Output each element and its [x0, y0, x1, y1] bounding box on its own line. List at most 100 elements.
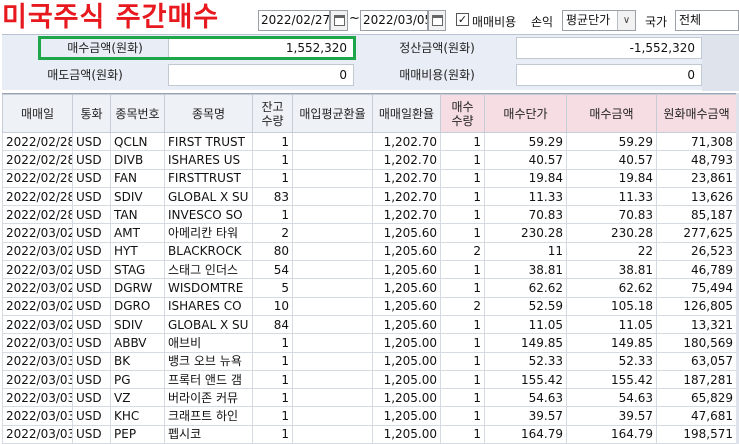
sell-amount-value: 0 — [168, 64, 354, 86]
cell-trade-date: 2022/02/28 — [2, 186, 73, 207]
cell-krw-buy-amount: 187,281 — [656, 369, 737, 390]
cell-trade-exchange-rate: 1,205.00 — [372, 369, 441, 390]
country-select[interactable]: 전체 — [675, 10, 739, 31]
settle-amount-value: -1,552,320 — [516, 37, 702, 59]
cell-holding-qty: 10 — [252, 296, 293, 316]
cell-currency: USD — [72, 168, 111, 188]
table-row[interactable]: 2022/03/02 USD SDIV GLOBAL X SU 84 1,205.60 1 1… — [2, 314, 737, 335]
table-row[interactable]: 2022/02/28 USD FAN FIRSTTRUST 1 1,202.70 1 19.8… — [2, 168, 737, 188]
cell-trade-date: 2022/02/28 — [2, 168, 73, 188]
cell-krw-buy-amount: 47,681 — [656, 406, 737, 426]
cell-krw-buy-amount: 126,805 — [656, 296, 737, 316]
table-row[interactable]: 2022/03/03 USD PG 프록터 앤드 갬 1 1,205.00 1 155.42 1… — [2, 369, 737, 390]
profit-method-select[interactable]: 평균단가 ∨ — [562, 10, 636, 31]
cell-holding-qty: 83 — [252, 186, 293, 207]
cell-ticker: STAG — [110, 260, 165, 280]
cell-name: 버라이존 커뮤 — [164, 388, 253, 408]
header-avg-exchange-rate[interactable]: 매입평균환율 — [292, 94, 373, 133]
settle-amount-label: 정산금액(원화) — [399, 41, 475, 55]
trade-cost-amount-value: 0 — [516, 64, 702, 86]
cell-trade-exchange-rate: 1,205.60 — [372, 260, 441, 280]
calendar-icon — [334, 15, 345, 26]
cell-krw-buy-amount: 180,569 — [656, 333, 737, 353]
table-row[interactable]: 2022/03/03 USD BK 뱅크 오브 뉴욕 1 1,205.00 1 52.33 52… — [2, 351, 737, 371]
cell-buy-price: 19.84 — [484, 168, 567, 188]
cell-name: 크래프트 하인 — [164, 406, 253, 426]
cell-buy-price: 230.28 — [484, 223, 567, 243]
cell-avg-exchange-rate — [292, 333, 373, 353]
country-value: 전체 — [679, 13, 702, 27]
date-to-input[interactable]: 2022/03/05 — [360, 10, 428, 31]
table-row[interactable]: 2022/03/02 USD DGRO ISHARES CO 10 1,205.60 2 52… — [2, 296, 737, 316]
trade-cost-label: 매매비용 — [472, 15, 517, 29]
cell-trade-date: 2022/03/02 — [2, 278, 73, 298]
cell-buy-price: 155.42 — [484, 369, 567, 390]
header-name[interactable]: 종목명 — [164, 94, 253, 133]
table-row[interactable]: 2022/03/02 USD STAG 스태그 인더스 54 1,205.60 1 38.81… — [2, 260, 737, 280]
table-row[interactable]: 2022/03/02 USD AMT 아메리칸 타워 2 1,205.60 1 230.28 2… — [2, 223, 737, 243]
cell-buy-price: 54.63 — [484, 388, 567, 408]
cell-holding-qty: 1 — [252, 333, 293, 353]
cell-currency: USD — [72, 333, 111, 353]
header-krw-buy-amount[interactable]: 원화매수금액 — [656, 94, 737, 133]
cell-avg-exchange-rate — [292, 278, 373, 298]
cell-trade-date: 2022/03/02 — [2, 314, 73, 335]
date-from-input[interactable]: 2022/02/27 — [258, 10, 330, 31]
header-ticker[interactable]: 종목번호 — [110, 94, 165, 133]
cell-holding-qty: 5 — [252, 278, 293, 298]
cell-currency: USD — [72, 131, 111, 152]
cell-buy-qty: 1 — [440, 351, 485, 371]
table-row[interactable]: 2022/02/28 USD TAN INVESCO SO 1 1,202.70 1 70.8… — [2, 205, 737, 225]
trade-grid: 매매일 통화 종목번호 종목명 잔고 수량 매입평균환율 매매일환율 매수 수량… — [2, 93, 739, 444]
cell-trade-exchange-rate: 1,205.60 — [372, 241, 441, 262]
table-row[interactable]: 2022/02/28 USD DIVB ISHARES US 1 1,202.70 1 40.… — [2, 150, 737, 170]
cell-name: 펩시코 — [164, 424, 253, 444]
cell-trade-date: 2022/03/03 — [2, 369, 73, 390]
header-buy-qty[interactable]: 매수 수량 — [440, 94, 485, 133]
cell-krw-buy-amount: 85,187 — [656, 205, 737, 225]
cell-buy-amount: 54.63 — [566, 388, 657, 408]
cell-buy-qty: 1 — [440, 314, 485, 335]
cell-krw-buy-amount: 46,789 — [656, 260, 737, 280]
cell-avg-exchange-rate — [292, 424, 373, 444]
header-holding-qty[interactable]: 잔고 수량 — [252, 94, 293, 133]
header-buy-amount[interactable]: 매수금액 — [566, 94, 657, 133]
trade-cost-checkbox[interactable]: ✓ — [456, 13, 469, 26]
header-trade-date[interactable]: 매매일 — [2, 94, 73, 133]
cell-trade-date: 2022/03/03 — [2, 406, 73, 426]
chevron-down-icon[interactable]: ∨ — [617, 11, 635, 30]
header-trade-exchange-rate[interactable]: 매매일환율 — [372, 94, 441, 133]
table-row[interactable]: 2022/03/02 USD HYT BLACKROCK 80 1,205.60 2 11 22… — [2, 241, 737, 262]
trade-table: 매매일 통화 종목번호 종목명 잔고 수량 매입평균환율 매매일환율 매수 수량… — [2, 94, 737, 444]
header-buy-price[interactable]: 매수단가 — [484, 94, 567, 133]
table-row[interactable]: 2022/03/03 USD VZ 버라이존 커뮤 1 1,205.00 1 54.63 54.… — [2, 388, 737, 408]
cell-name: 애브비 — [164, 333, 253, 353]
cell-currency: USD — [72, 150, 111, 170]
cell-buy-price: 39.57 — [484, 406, 567, 426]
table-row[interactable]: 2022/03/03 USD PEP 펩시코 1 1,205.00 1 164.79 164.7… — [2, 424, 737, 444]
date-from-calendar-button[interactable] — [330, 10, 348, 31]
cell-buy-price: 52.33 — [484, 351, 567, 371]
cell-trade-date: 2022/02/28 — [2, 131, 73, 152]
table-row[interactable]: 2022/03/03 USD KHC 크래프트 하인 1 1,205.00 1 39.57 39… — [2, 406, 737, 426]
cell-krw-buy-amount: 71,308 — [656, 131, 737, 152]
cell-krw-buy-amount: 13,626 — [656, 186, 737, 207]
cell-ticker: SDIV — [110, 314, 165, 335]
cell-ticker: DIVB — [110, 150, 165, 170]
cell-buy-qty: 1 — [440, 131, 485, 152]
cell-buy-amount: 11.33 — [566, 186, 657, 207]
cell-buy-amount: 19.84 — [566, 168, 657, 188]
table-row[interactable]: 2022/03/02 USD DGRW WISDOMTRE 5 1,205.60 1 62.6… — [2, 278, 737, 298]
cell-trade-exchange-rate: 1,202.70 — [372, 186, 441, 207]
cell-name: INVESCO SO — [164, 205, 253, 225]
table-row[interactable]: 2022/02/28 USD QCLN FIRST TRUST 1 1,202.70 1 59… — [2, 131, 737, 152]
cell-buy-amount: 39.57 — [566, 406, 657, 426]
date-to-calendar-button[interactable] — [428, 10, 446, 31]
table-row[interactable]: 2022/03/03 USD ABBV 애브비 1 1,205.00 1 149.85 149.… — [2, 333, 737, 353]
cell-name: 스태그 인더스 — [164, 260, 253, 280]
header-currency[interactable]: 통화 — [72, 94, 111, 133]
cell-trade-exchange-rate: 1,205.00 — [372, 333, 441, 353]
cell-buy-amount: 164.79 — [566, 424, 657, 444]
cell-ticker: DGRW — [110, 278, 165, 298]
table-row[interactable]: 2022/02/28 USD SDIV GLOBAL X SU 83 1,202.70 1 1… — [2, 186, 737, 207]
